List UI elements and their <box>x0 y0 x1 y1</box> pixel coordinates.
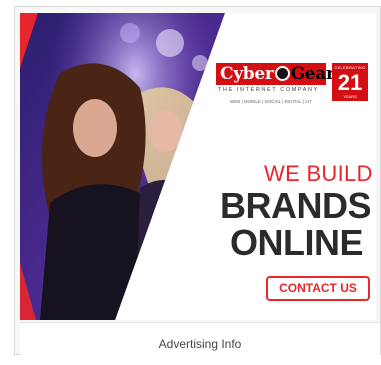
logo-services: WEB | MOBILE | SOCIAL | DIGITAL | IoT <box>230 99 312 104</box>
logo-name-part2: Gear <box>290 64 335 84</box>
banner-ad[interactable]: Cyber Gear THE INTERNET COMPANY WEB | MOB… <box>20 13 376 320</box>
headline-line1: WE BUILD <box>264 161 373 186</box>
gear-icon <box>274 66 290 81</box>
anniversary-badge: CELEBRATING 21 YEARS <box>332 63 368 101</box>
headline-line3: ONLINE <box>230 222 364 263</box>
logo-tagline: THE INTERNET COMPANY <box>218 87 319 93</box>
logo-name-part1: Cyber <box>220 64 274 84</box>
badge-years: YEARS <box>343 94 357 99</box>
contact-us-button[interactable]: CONTACT US <box>266 276 370 301</box>
badge-number: 21 <box>337 70 363 95</box>
advertising-info-link[interactable]: Advertising Info <box>20 322 380 356</box>
headline-line2: BRANDS <box>220 185 372 226</box>
